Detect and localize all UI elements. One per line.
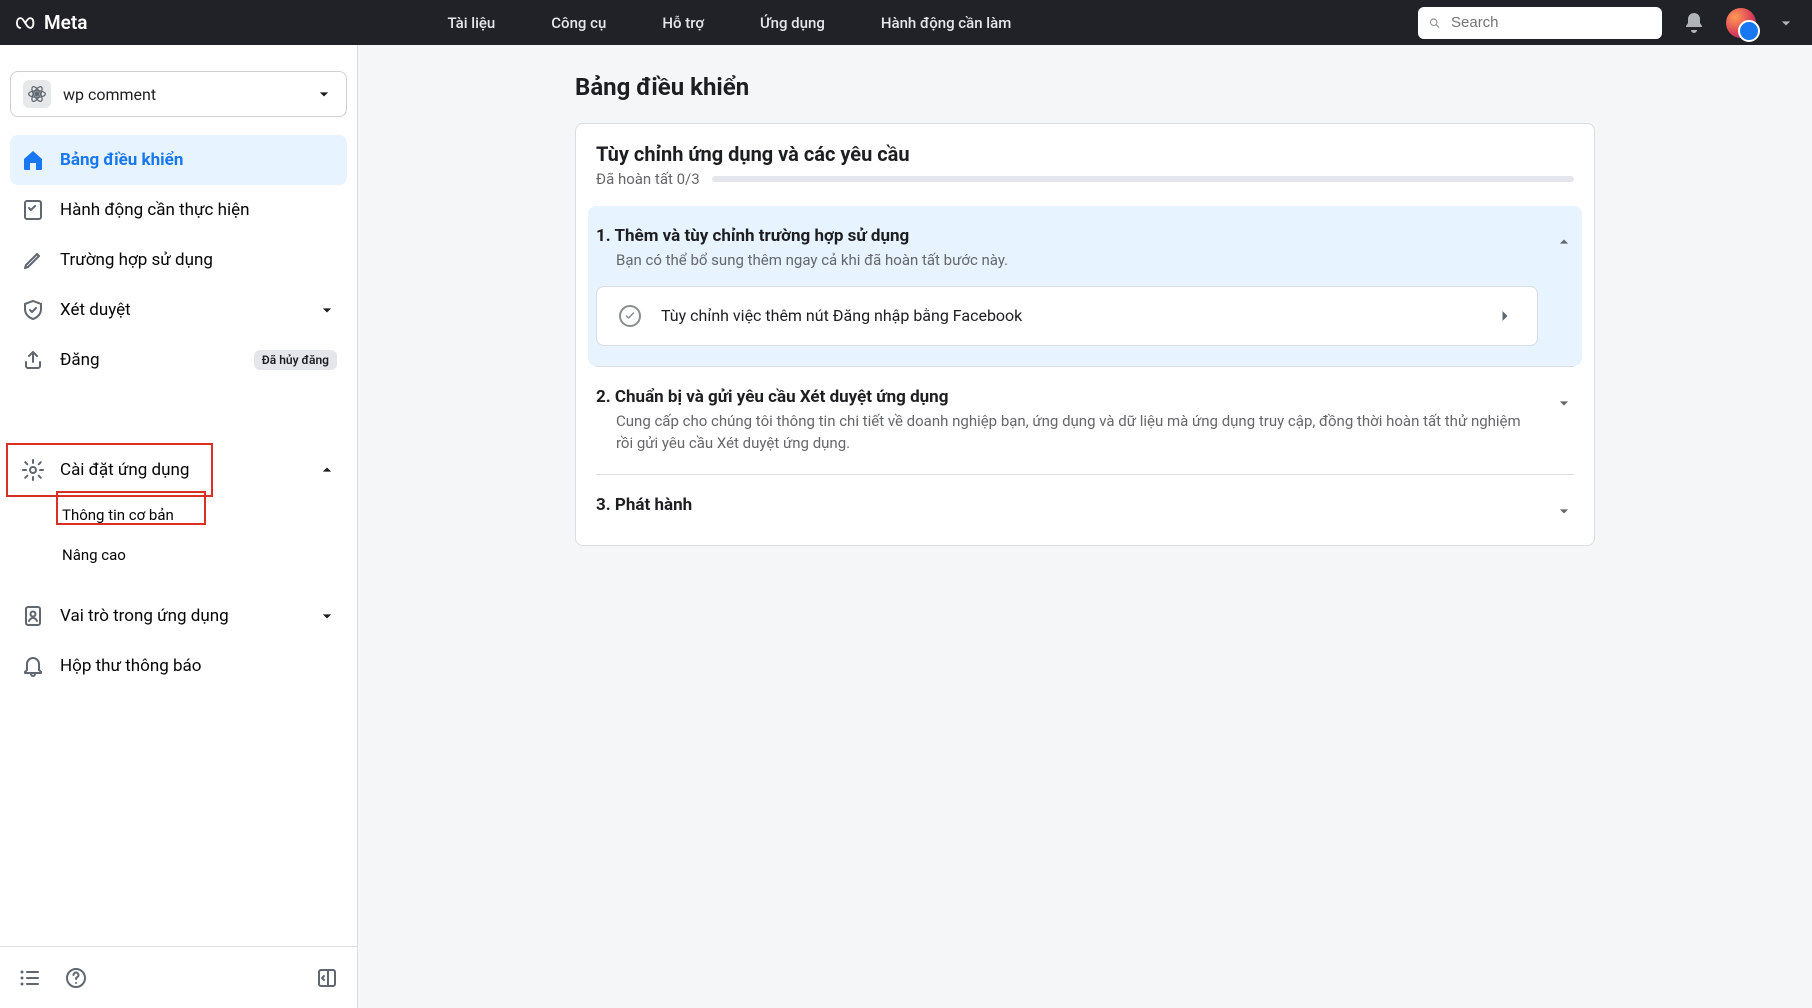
app-selector-name: wp comment xyxy=(63,85,156,104)
chevron-down-icon xyxy=(1554,501,1574,521)
chevron-down-icon xyxy=(317,300,337,320)
sidebar-item-roles[interactable]: Vai trò trong ứng dụng xyxy=(10,591,347,641)
sidebar-item-review[interactable]: Xét duyệt xyxy=(10,285,347,335)
notifications-icon[interactable] xyxy=(1682,11,1706,35)
page-title: Bảng điều khiển xyxy=(575,73,1595,101)
help-icon[interactable] xyxy=(64,966,88,990)
app-selector[interactable]: wp comment xyxy=(10,71,347,117)
sidebar-item-alerts[interactable]: Hộp thư thông báo xyxy=(10,641,347,691)
sidebar-item-label: Đăng xyxy=(60,350,100,370)
step-title: 3. Phát hành xyxy=(596,495,1538,515)
step-1-action[interactable]: Tùy chỉnh việc thêm nút Đăng nhập bằng F… xyxy=(596,286,1538,346)
search-input[interactable] xyxy=(1449,13,1652,32)
search-box[interactable] xyxy=(1418,7,1662,39)
meta-logo[interactable]: Meta xyxy=(16,11,87,34)
bell-icon xyxy=(20,653,46,679)
nav-docs[interactable]: Tài liệu xyxy=(447,14,495,32)
sidebar-item-label: Trường hợp sử dụng xyxy=(60,250,213,270)
sidebar-item-publish[interactable]: Đăng Đã hủy đăng xyxy=(10,335,347,385)
nav-apps[interactable]: Ứng dụng xyxy=(760,14,825,32)
progress-bar xyxy=(712,176,1574,182)
top-nav: Tài liệu Công cụ Hỗ trợ Ứng dụng Hành độ… xyxy=(447,14,1011,32)
meta-infinity-icon xyxy=(16,12,38,34)
chevron-down-icon xyxy=(317,606,337,626)
chevron-right-icon xyxy=(1495,306,1515,326)
chevron-up-icon xyxy=(317,460,337,480)
card-title: Tùy chỉnh ứng dụng và các yêu cầu xyxy=(596,142,1574,166)
publish-status-badge: Đã hủy đăng xyxy=(254,350,337,370)
step-title: 2. Chuẩn bị và gửi yêu cầu Xét duyệt ứng… xyxy=(596,387,1538,407)
sidebar-item-todo[interactable]: Hành động cần thực hiện xyxy=(10,185,347,235)
sidebar-subitem-advanced[interactable]: Nâng cao xyxy=(62,535,347,575)
chevron-down-icon xyxy=(314,84,334,104)
sidebar-subitem-label: Thông tin cơ bản xyxy=(62,506,174,524)
search-icon xyxy=(1428,13,1441,33)
step-1[interactable]: 1. Thêm và tùy chỉnh trường hợp sử dụng … xyxy=(588,206,1582,366)
sidebar-item-label: Cài đặt ứng dụng xyxy=(60,460,189,480)
step-3[interactable]: 3. Phát hành xyxy=(596,474,1574,541)
topbar: Meta Tài liệu Công cụ Hỗ trợ Ứng dụng Hà… xyxy=(0,0,1812,45)
sidebar-subitem-label: Nâng cao xyxy=(62,546,126,564)
sidebar-item-label: Bảng điều khiển xyxy=(60,150,183,170)
sidebar-item-label: Hộp thư thông báo xyxy=(60,656,202,676)
gear-icon xyxy=(20,457,46,483)
avatar[interactable] xyxy=(1726,8,1756,38)
customize-card: Tùy chỉnh ứng dụng và các yêu cầu Đã hoà… xyxy=(575,123,1595,546)
sidebar-item-settings[interactable]: Cài đặt ứng dụng xyxy=(10,445,347,495)
chevron-down-icon xyxy=(1554,393,1574,413)
brand-text: Meta xyxy=(44,11,87,34)
app-icon xyxy=(23,80,51,108)
upload-icon xyxy=(20,347,46,373)
progress-text: Đã hoàn tất 0/3 xyxy=(596,170,700,188)
nav-support[interactable]: Hỗ trợ xyxy=(662,14,704,32)
check-circle-icon xyxy=(619,305,641,327)
collapse-sidebar-icon[interactable] xyxy=(315,966,339,990)
progress-row: Đã hoàn tất 0/3 xyxy=(596,170,1574,188)
activity-log-icon[interactable] xyxy=(18,966,42,990)
step-desc: Cung cấp cho chúng tôi thông tin chi tiế… xyxy=(596,411,1538,455)
step-1-action-label: Tùy chỉnh việc thêm nút Đăng nhập bằng F… xyxy=(661,306,1022,325)
sidebar-item-label: Vai trò trong ứng dụng xyxy=(60,606,229,626)
sidebar-item-label: Hành động cần thực hiện xyxy=(60,200,250,220)
nav-tools[interactable]: Công cụ xyxy=(551,14,606,32)
main-content: Bảng điều khiển Tùy chỉnh ứng dụng và cá… xyxy=(358,45,1812,1008)
sidebar-item-dashboard[interactable]: Bảng điều khiển xyxy=(10,135,347,185)
step-title: 1. Thêm và tùy chỉnh trường hợp sử dụng xyxy=(596,226,1538,246)
step-2[interactable]: 2. Chuẩn bị và gửi yêu cầu Xét duyệt ứng… xyxy=(596,366,1574,475)
checklist-icon xyxy=(20,197,46,223)
chevron-up-icon xyxy=(1554,232,1574,252)
id-badge-icon xyxy=(20,603,46,629)
home-icon xyxy=(20,147,46,173)
step-desc: Bạn có thể bổ sung thêm ngay cả khi đã h… xyxy=(596,250,1538,272)
pencil-icon xyxy=(20,247,46,273)
sidebar: wp comment Bảng điều khiển Hành động cần… xyxy=(0,45,358,1008)
sidebar-footer xyxy=(0,946,357,1008)
sidebar-item-usecases[interactable]: Trường hợp sử dụng xyxy=(10,235,347,285)
sidebar-nav: Bảng điều khiển Hành động cần thực hiện … xyxy=(0,135,357,691)
settings-submenu: Thông tin cơ bản Nâng cao xyxy=(10,495,347,575)
nav-actions[interactable]: Hành động cần làm xyxy=(881,14,1011,32)
account-menu-caret-icon[interactable] xyxy=(1776,13,1796,33)
sidebar-subitem-basic[interactable]: Thông tin cơ bản xyxy=(62,495,347,535)
sidebar-item-label: Xét duyệt xyxy=(60,300,131,320)
shield-check-icon xyxy=(20,297,46,323)
